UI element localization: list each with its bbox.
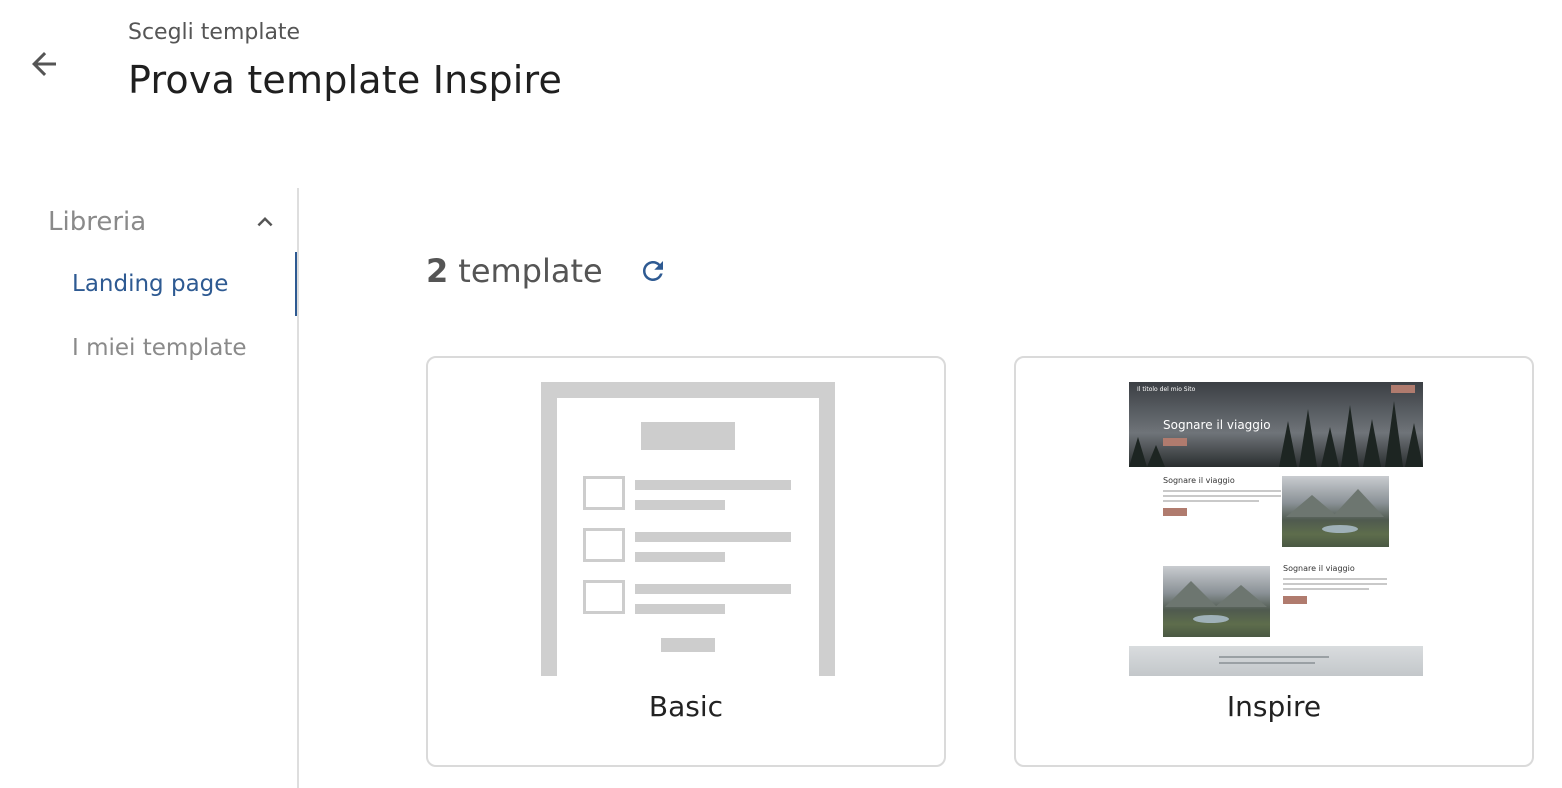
- template-count-row: 2 template: [426, 252, 669, 290]
- breadcrumb: Scegli template: [128, 20, 301, 45]
- chevron-up-icon: [257, 217, 273, 227]
- inspire-thumbnail-section-heading: Sognare il viaggio: [1283, 564, 1355, 573]
- inspire-thumbnail-photo: [1163, 566, 1270, 637]
- template-card-label: Basic: [648, 690, 724, 723]
- basic-template-thumbnail: [541, 382, 835, 676]
- back-button[interactable]: [22, 42, 66, 86]
- sidebar-item-my-templates[interactable]: I miei template: [0, 316, 297, 380]
- inspire-template-thumbnail: Il titolo del mio Sito Sognare il viaggi…: [1129, 382, 1423, 676]
- template-card-label: Inspire: [1226, 690, 1322, 723]
- inspire-thumbnail-site-title: Il titolo del mio Sito: [1137, 386, 1196, 393]
- inspire-thumbnail-hero-heading: Sognare il viaggio: [1163, 418, 1271, 432]
- template-card-inspire[interactable]: Il titolo del mio Sito Sognare il viaggi…: [1014, 356, 1534, 767]
- inspire-thumbnail-photo: [1282, 476, 1389, 547]
- refresh-button[interactable]: [637, 255, 669, 287]
- sidebar-item-label: I miei template: [72, 335, 247, 361]
- sidebar: Libreria Landing page I miei template: [0, 188, 299, 788]
- basic-thumbnail-page: [557, 398, 819, 676]
- arrow-left-icon: [32, 52, 56, 76]
- page-title: Prova template Inspire: [128, 58, 563, 102]
- sidebar-item-landing-page[interactable]: Landing page: [0, 252, 297, 316]
- refresh-icon: [642, 261, 663, 281]
- inspire-thumbnail-section-heading: Sognare il viaggio: [1163, 476, 1235, 485]
- template-count: 2: [426, 252, 449, 290]
- inspire-thumbnail-footer: [1129, 646, 1423, 676]
- template-count-label: template: [458, 252, 603, 290]
- library-section-label: Libreria: [48, 207, 147, 237]
- template-card-basic[interactable]: Basic: [426, 356, 946, 767]
- library-section-toggle[interactable]: Libreria: [48, 202, 280, 242]
- sidebar-item-label: Landing page: [72, 271, 229, 297]
- inspire-thumbnail-hero: Il titolo del mio Sito Sognare il viaggi…: [1129, 382, 1423, 467]
